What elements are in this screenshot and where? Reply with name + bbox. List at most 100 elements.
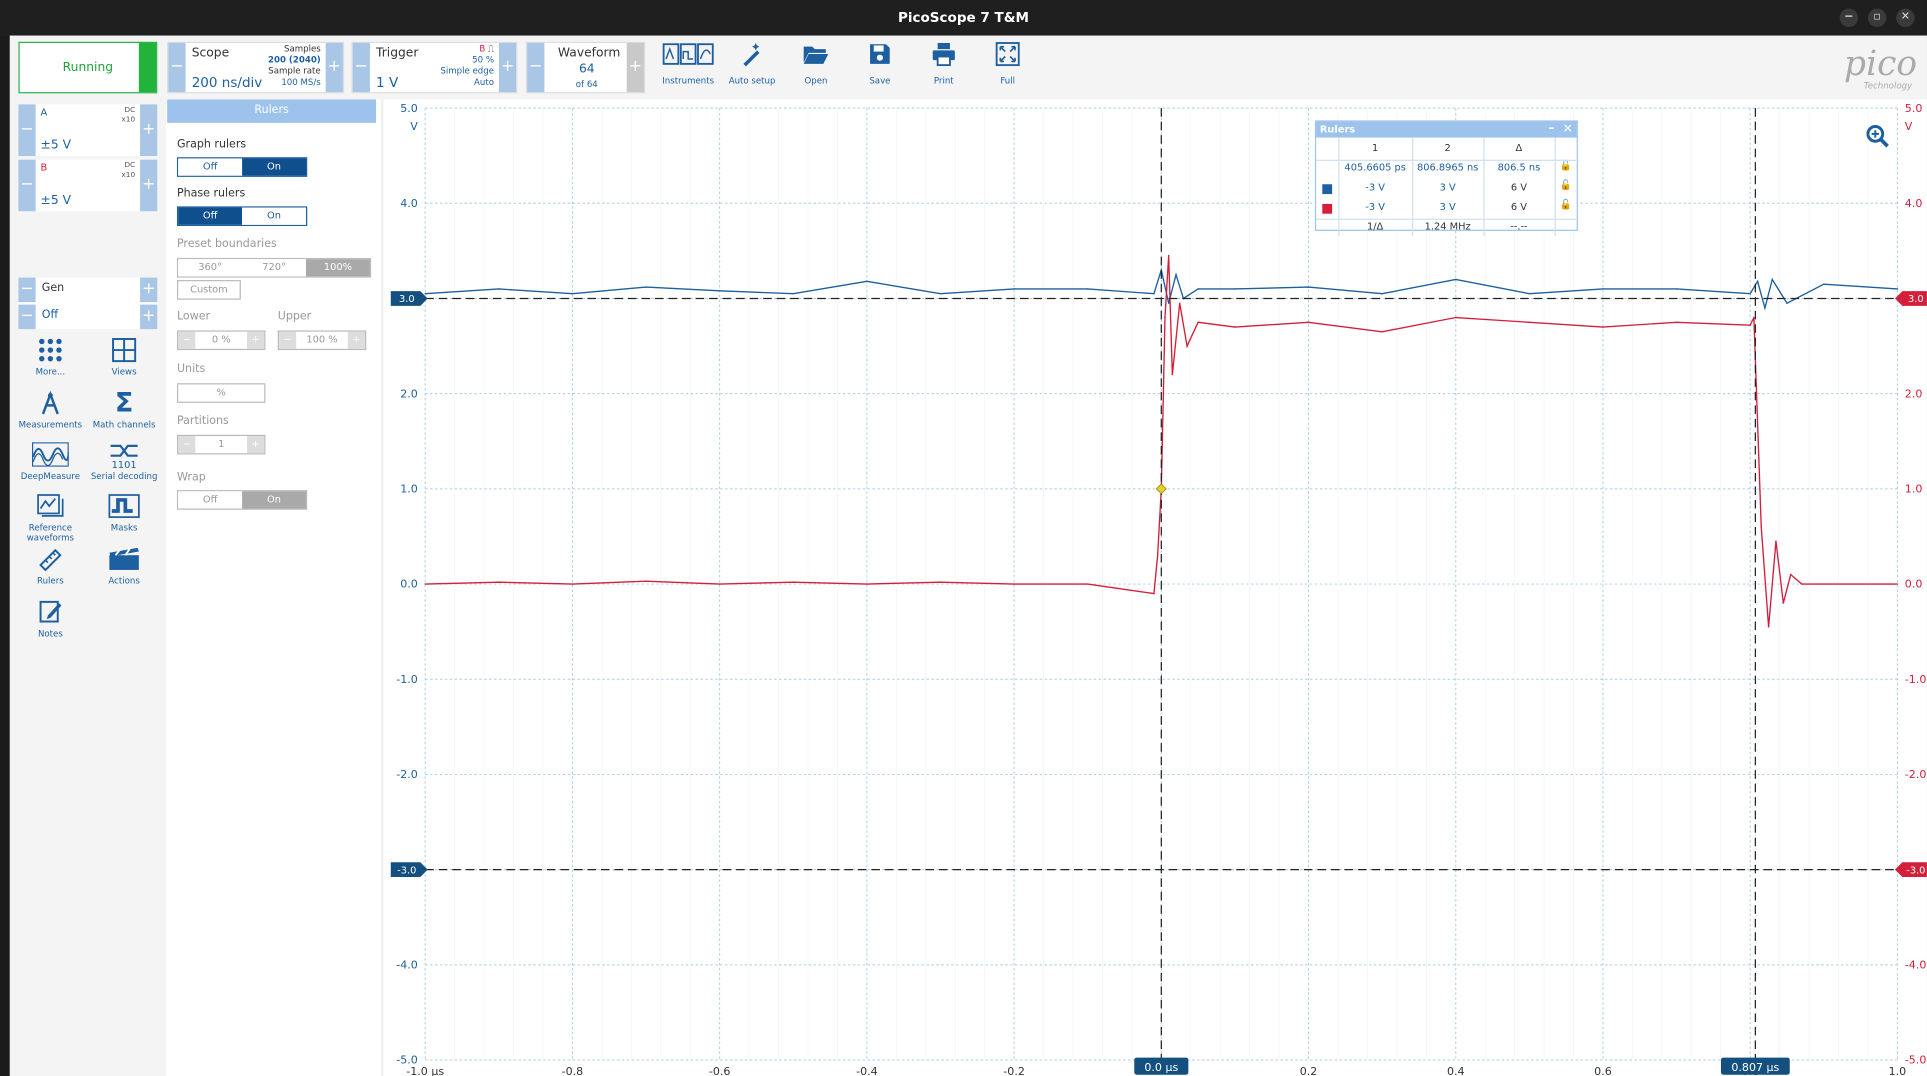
wrap-toggle[interactable]: Off On <box>176 490 308 510</box>
channel-b-probe[interactable]: x10 <box>121 171 135 181</box>
scope-view[interactable]: -1.0 μs-0.8-0.6-0.4-0.20.20.40.60.81.05.… <box>383 99 1927 1076</box>
preset-100-option[interactable]: 100% <box>305 259 370 277</box>
trigger-increase-button[interactable]: + <box>498 42 517 93</box>
partitions-decrease-button[interactable]: − <box>178 436 196 454</box>
lower-decrease-button[interactable]: − <box>178 331 196 349</box>
y-tick-label-b: 5.0 <box>1905 102 1923 115</box>
data-point-b <box>1186 345 1188 347</box>
more-button[interactable]: More... <box>14 338 88 377</box>
data-point-a <box>1675 288 1678 290</box>
views-button[interactable]: Views <box>87 338 161 377</box>
fullscreen-button[interactable]: Full <box>979 42 1036 86</box>
close-button[interactable]: ✕ <box>1896 8 1915 28</box>
reference-waveforms-button[interactable]: Reference waveforms <box>14 494 88 543</box>
reference-waveforms-label: Reference waveforms <box>26 523 75 543</box>
samples-value[interactable]: 200 (2040) <box>268 55 321 66</box>
channel-b-range-increase-button[interactable]: + <box>140 159 158 212</box>
maximize-button[interactable]: ▫ <box>1867 8 1887 28</box>
gen-decrease-button[interactable]: − <box>18 277 36 303</box>
upper-increase-button[interactable]: + <box>347 331 365 349</box>
run-stop-button[interactable]: Running <box>18 41 158 94</box>
waveform-next-button[interactable]: + <box>626 42 644 93</box>
preset-360-option[interactable]: 360° <box>178 259 243 277</box>
wrap-on-option[interactable]: On <box>242 491 306 509</box>
waveform-plot[interactable]: -1.0 μs-0.8-0.6-0.4-0.20.20.40.60.81.05.… <box>383 99 1927 1076</box>
graph-rulers-off-option[interactable]: Off <box>178 158 243 176</box>
sample-rate-value[interactable]: 100 MS/s <box>268 77 320 88</box>
channel-a-probe[interactable]: x10 <box>121 115 135 125</box>
data-point-a <box>1197 288 1199 290</box>
partitions-input[interactable]: − 1 + <box>176 434 266 455</box>
gen-state-increase-button[interactable]: + <box>140 304 158 330</box>
upper-decrease-button[interactable]: − <box>278 331 297 349</box>
partitions-value: 1 <box>218 438 225 450</box>
upper-input[interactable]: − 100 % + <box>277 330 367 351</box>
actions-label: Actions <box>108 576 140 586</box>
measurements-button[interactable]: Measurements <box>14 390 88 430</box>
lower-input[interactable]: − 0 % + <box>176 330 266 351</box>
data-point-b <box>571 583 574 585</box>
preset-720-option[interactable]: 720° <box>242 259 306 277</box>
channel-a-range-increase-button[interactable]: + <box>140 104 158 156</box>
print-icon <box>916 42 973 71</box>
timebase-value[interactable]: 200 ns/div <box>192 75 263 91</box>
rulers-popup[interactable]: Rulers – ✕ 1 2 Δ 405.6605 ps 806.8965 ns 806.5 … <box>1314 120 1580 236</box>
rulers-popup-title: Rulers <box>1319 124 1356 136</box>
ruler-lock-icon[interactable]: 🔓 <box>1559 179 1571 190</box>
phase-rulers-toggle[interactable]: Off On <box>176 206 308 227</box>
minimize-button[interactable]: − <box>1839 8 1859 28</box>
lower-increase-button[interactable]: + <box>247 331 265 349</box>
zoom-icon[interactable] <box>1865 124 1890 153</box>
graph-rulers-toggle[interactable]: Off On <box>176 157 308 177</box>
minimize-icon[interactable]: – <box>1548 120 1554 136</box>
trigger-level[interactable]: 1 V <box>376 75 398 91</box>
rulers-button[interactable]: Rulers <box>14 547 88 586</box>
channel-a-range-decrease-button[interactable]: − <box>18 104 36 156</box>
ruler-lock-icon[interactable]: 🔓 <box>1559 160 1571 171</box>
channel-a-control[interactable]: − A DC x10 ±5 V + <box>18 104 158 156</box>
wrap-off-option[interactable]: Off <box>178 491 243 509</box>
channel-b-range[interactable]: ±5 V <box>41 194 71 208</box>
save-button[interactable]: Save <box>852 42 909 86</box>
instruments-button[interactable]: Instruments <box>660 42 717 86</box>
serial-decoding-button[interactable]: 1101 Serial decoding <box>87 442 161 481</box>
gen-state-decrease-button[interactable]: − <box>18 304 36 330</box>
trigger-marker[interactable] <box>1155 483 1167 495</box>
data-point-b <box>1675 321 1678 324</box>
graph-rulers-on-option[interactable]: On <box>242 158 306 176</box>
timebase-increase-button[interactable]: + <box>325 42 343 93</box>
channel-a-range[interactable]: ±5 V <box>41 139 71 153</box>
ruler-lock-icon[interactable]: 🔓 <box>1559 199 1571 210</box>
phase-rulers-on-option[interactable]: On <box>242 207 306 225</box>
y-tick-label-b: 1.0 <box>1905 483 1923 496</box>
channel-b-control[interactable]: − B DC x10 ±5 V + <box>18 159 158 212</box>
math-channels-button[interactable]: Σ Math channels <box>87 390 161 430</box>
gen-increase-button[interactable]: + <box>140 277 158 303</box>
app-body: Running − Scope 200 ns/div Samples 200 (… <box>9 35 1927 1076</box>
timebase-decrease-button[interactable]: − <box>168 42 186 93</box>
trigger-type[interactable]: Simple edge <box>440 66 494 77</box>
y-tick-label-b: -2.0 <box>1905 768 1927 781</box>
data-point-a <box>792 292 794 295</box>
open-button[interactable]: Open <box>788 42 845 86</box>
wrap-label: Wrap <box>176 471 206 484</box>
deepmeasure-button[interactable]: DeepMeasure <box>14 442 88 481</box>
preset-custom-option[interactable]: Custom <box>176 280 241 300</box>
actions-button[interactable]: Actions <box>87 547 161 586</box>
trigger-decrease-button[interactable]: − <box>352 42 370 93</box>
close-icon[interactable]: ✕ <box>1563 122 1573 138</box>
partitions-increase-button[interactable]: + <box>247 436 265 454</box>
channel-a-coupling[interactable]: DC <box>121 106 135 116</box>
x-tick-label: 0.2 <box>1300 1065 1318 1076</box>
auto-setup-button[interactable]: Auto setup <box>724 42 781 86</box>
channel-b-coupling[interactable]: DC <box>121 161 135 171</box>
phase-rulers-off-option[interactable]: Off <box>178 207 243 225</box>
gen-state[interactable]: Off <box>42 310 58 322</box>
channel-b-range-decrease-button[interactable]: − <box>18 159 36 212</box>
units-input[interactable]: % <box>176 383 266 403</box>
trigger-mode[interactable]: Auto <box>440 77 494 88</box>
masks-button[interactable]: Masks <box>87 494 161 533</box>
print-button[interactable]: Print <box>916 42 973 86</box>
notes-button[interactable]: Notes <box>14 599 88 639</box>
data-point-b <box>866 583 868 585</box>
